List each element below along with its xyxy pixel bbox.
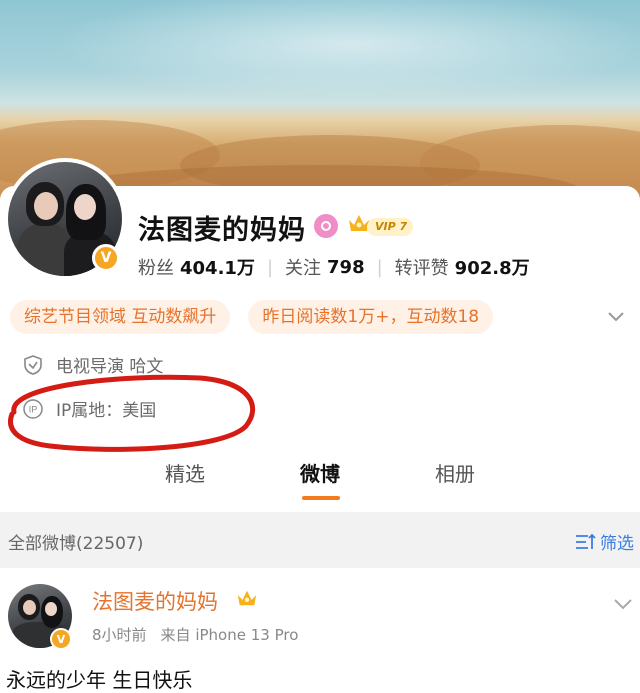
- post-card: V 法图麦的妈妈 8小时前 来自 iPhone 13 Pro 永远的少年 生日快乐: [0, 568, 640, 693]
- stat-following-label[interactable]: 关注: [285, 254, 321, 280]
- verified-v-icon: V: [92, 244, 120, 272]
- stat-followers-value[interactable]: 404.1万: [180, 254, 255, 280]
- tab-weibo[interactable]: 微博: [253, 440, 388, 508]
- crown-icon: [237, 590, 257, 606]
- tag-domain[interactable]: 综艺节目领域 互动数飙升: [10, 300, 231, 334]
- chevron-down-icon[interactable]: [606, 306, 626, 326]
- post-count: 全部微博(22507): [8, 534, 144, 554]
- post-author[interactable]: 法图麦的妈妈: [92, 586, 218, 616]
- stat-following-value[interactable]: 798: [327, 257, 365, 278]
- profile-name: 法图麦的妈妈: [138, 215, 306, 246]
- chevron-down-icon[interactable]: [612, 592, 634, 614]
- stat-followers-label[interactable]: 粉丝: [138, 254, 174, 280]
- feed-filter-bar: 全部微博(22507) 筛选: [0, 512, 640, 568]
- verified-v-icon: V: [50, 628, 72, 650]
- filter-label: 筛选: [600, 534, 634, 554]
- vip-badge[interactable]: VIP 7: [367, 218, 414, 236]
- stat-interactions-value: 902.8万: [454, 258, 530, 279]
- profile-stats: 粉丝 404.1万 | 关注 798 | 转评赞 902.8万: [138, 254, 530, 280]
- search-badge-icon[interactable]: [314, 214, 338, 238]
- profile-tags: 综艺节目领域 互动数飙升 昨日阅读数1万+，互动数18: [10, 300, 494, 334]
- post-source: 来自 iPhone 13 Pro: [160, 626, 299, 644]
- post-time: 8小时前: [92, 626, 147, 644]
- tab-featured[interactable]: 精选: [118, 440, 253, 508]
- post-text: 永远的少年 生日快乐: [6, 668, 193, 692]
- tag-reads[interactable]: 昨日阅读数1万+，互动数18: [248, 300, 494, 334]
- filter-button[interactable]: 筛选: [574, 529, 634, 554]
- post-meta: 8小时前 来自 iPhone 13 Pro: [92, 624, 298, 645]
- stat-interactions-label: 转评赞: [394, 258, 449, 279]
- filter-icon: [576, 533, 596, 549]
- tab-album[interactable]: 相册: [388, 440, 523, 508]
- profile-tabs: 精选 微博 相册: [0, 440, 640, 508]
